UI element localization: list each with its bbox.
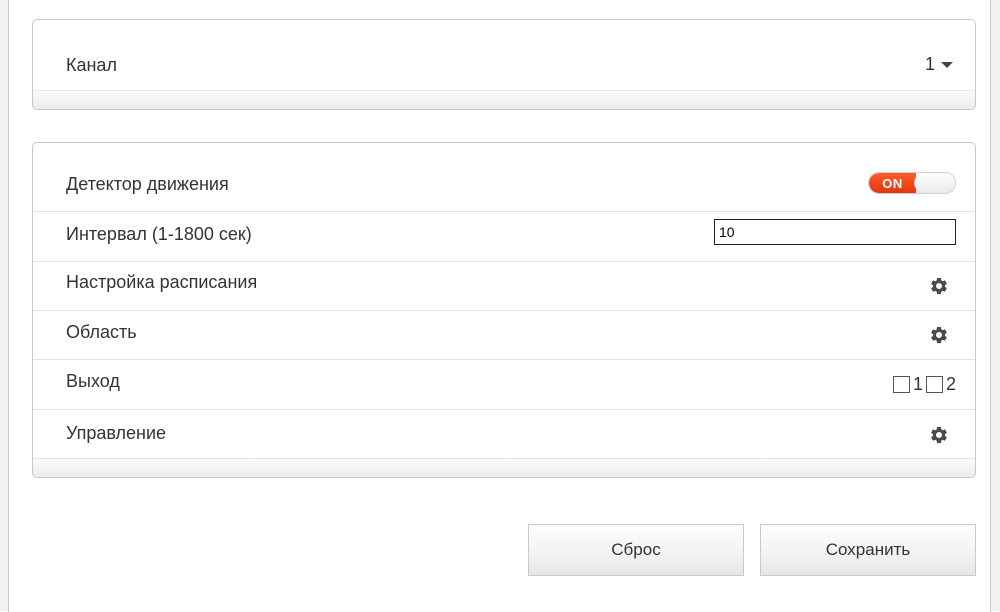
reset-button[interactable]: Сброс <box>528 524 744 576</box>
gear-icon[interactable] <box>929 325 949 345</box>
gear-icon[interactable] <box>929 276 949 296</box>
toggle-on-label: ON <box>869 173 916 193</box>
interval-label: Интервал (1-1800 сек) <box>66 224 252 244</box>
output-option-2: 2 <box>925 374 956 395</box>
row-divider <box>33 211 975 212</box>
output-2-checkbox[interactable] <box>925 376 943 393</box>
channel-selected-value: 1 <box>924 53 935 74</box>
row-divider <box>33 261 975 262</box>
panel-footer <box>33 458 975 477</box>
row-divider <box>33 409 975 410</box>
toggle-knob <box>914 173 955 193</box>
row-divider <box>33 359 975 360</box>
channel-dropdown[interactable]: 1 <box>925 53 953 75</box>
page-gutter-right <box>991 0 1000 611</box>
output-2-label: 2 <box>945 374 956 394</box>
output-1-label: 1 <box>912 374 923 394</box>
interval-input[interactable] <box>714 219 956 245</box>
gear-icon[interactable] <box>929 425 949 445</box>
area-label: Область <box>66 322 137 342</box>
row-divider <box>33 310 975 311</box>
schedule-settings-label: Настройка расписания <box>66 272 258 292</box>
motion-detector-label: Детектор движения <box>66 174 229 194</box>
motion-detector-toggle[interactable]: ON <box>868 172 956 194</box>
channel-label: Канал <box>66 55 117 75</box>
page-gutter-left <box>0 0 8 611</box>
save-button[interactable]: Сохранить <box>760 524 976 576</box>
control-label: Управление <box>66 423 167 443</box>
output-label: Выход <box>66 371 120 391</box>
caret-down-icon <box>941 62 953 68</box>
output-checkboxes: 1 2 <box>892 374 956 395</box>
output-option-1: 1 <box>892 374 923 395</box>
panel-footer <box>33 90 975 109</box>
motion-detection-panel: Детектор движения ON Интервал (1-1800 се… <box>32 142 976 478</box>
channel-panel: Канал 1 <box>32 19 976 110</box>
output-1-checkbox[interactable] <box>892 376 910 393</box>
